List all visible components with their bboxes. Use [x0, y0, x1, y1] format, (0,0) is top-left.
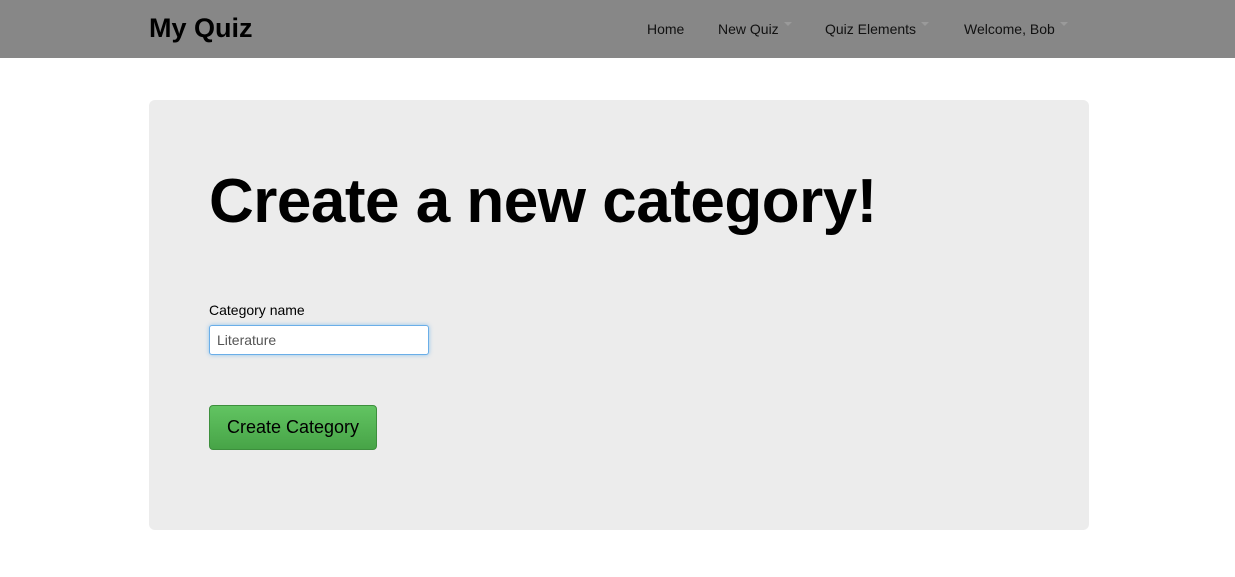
chevron-down-icon [921, 22, 930, 26]
top-navbar: My Quiz Home New Quiz Quiz Elements Welc… [0, 0, 1235, 58]
nav-quiz-elements-label: Quiz Elements [825, 21, 917, 37]
brand-logo[interactable]: My Quiz [149, 12, 253, 44]
chevron-down-icon [783, 22, 792, 26]
create-category-button[interactable]: Create Category [209, 405, 377, 450]
create-category-panel: Create a new category! Category name Cre… [149, 100, 1089, 530]
nav-quiz-elements[interactable]: Quiz Elements [825, 20, 930, 38]
nav-home-label: Home [647, 21, 685, 37]
category-name-input[interactable] [209, 325, 429, 355]
chevron-down-icon [1059, 22, 1068, 26]
nav-home[interactable]: Home [647, 20, 684, 38]
category-name-label: Category name [209, 302, 305, 318]
nav-new-quiz[interactable]: New Quiz [718, 20, 792, 38]
nav-user-menu[interactable]: Welcome, Bob [964, 20, 1068, 38]
nav-user-menu-label: Welcome, Bob [964, 21, 1055, 37]
page-title: Create a new category! [209, 167, 877, 236]
nav-new-quiz-label: New Quiz [718, 21, 779, 37]
